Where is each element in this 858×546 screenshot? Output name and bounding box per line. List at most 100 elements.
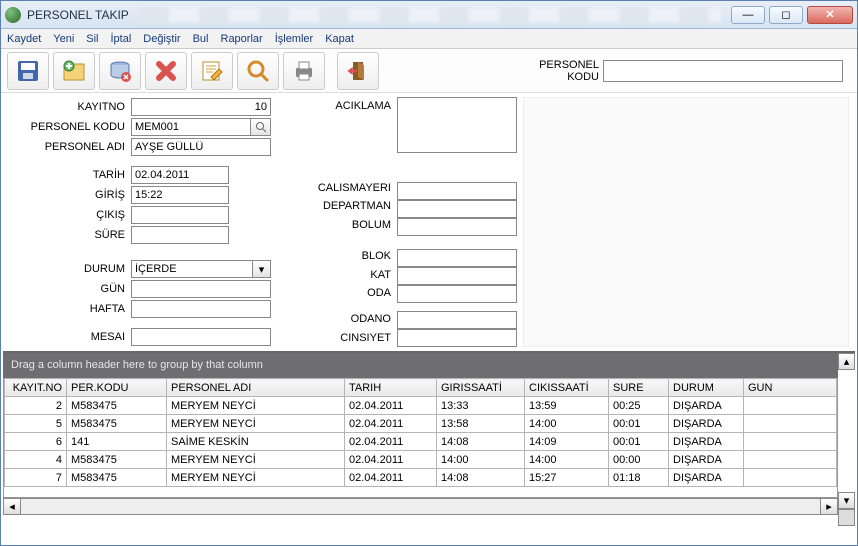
exit-button[interactable] bbox=[337, 52, 379, 90]
search-button[interactable] bbox=[237, 52, 279, 90]
cell-perkodu: M583475 bbox=[67, 397, 167, 415]
cinsiyet-label: CINSIYET bbox=[271, 332, 397, 344]
scroll-left-button[interactable]: ◂ bbox=[4, 499, 21, 514]
cell-kayitno: 5 bbox=[5, 415, 67, 433]
delete-db-button[interactable] bbox=[99, 52, 141, 90]
new-button[interactable] bbox=[53, 52, 95, 90]
close-button[interactable]: ✕ bbox=[807, 6, 853, 24]
cell-cikis: 14:00 bbox=[525, 451, 609, 469]
menu-iptal[interactable]: İptal bbox=[111, 33, 132, 45]
blok-label: BLOK bbox=[271, 250, 397, 262]
maximize-button[interactable]: ◻ bbox=[769, 6, 803, 24]
door-exit-icon bbox=[345, 58, 371, 84]
table-row[interactable]: 4 M583475 MERYEM NEYCİ 02.04.2011 14:00 … bbox=[5, 451, 837, 469]
calismayeri-input[interactable] bbox=[397, 182, 517, 200]
save-button[interactable] bbox=[7, 52, 49, 90]
cell-tarih: 02.04.2011 bbox=[345, 451, 437, 469]
table-row[interactable]: 6 141 SAİME KESKİN 02.04.2011 14:08 14:0… bbox=[5, 433, 837, 451]
search-icon bbox=[255, 121, 267, 133]
menu-raporlar[interactable]: Raporlar bbox=[221, 33, 263, 45]
chevron-right-icon: ▸ bbox=[826, 500, 832, 513]
personelkodu-lookup-button[interactable] bbox=[251, 118, 271, 136]
menu-bul[interactable]: Bul bbox=[193, 33, 209, 45]
cell-cikis: 13:59 bbox=[525, 397, 609, 415]
edit-icon bbox=[199, 58, 225, 84]
cikis-input[interactable] bbox=[131, 206, 229, 224]
data-grid[interactable]: KAYIT.NO PER.KODU PERSONEL ADI TARIH GIR… bbox=[3, 378, 838, 498]
durum-dropdown-button[interactable]: ▾ bbox=[253, 260, 271, 278]
search-icon bbox=[245, 58, 271, 84]
menu-kaydet[interactable]: Kaydet bbox=[7, 33, 41, 45]
aciklama-input[interactable] bbox=[397, 97, 517, 153]
menu-degistir[interactable]: Değiştir bbox=[143, 33, 180, 45]
durum-input[interactable] bbox=[131, 260, 253, 278]
table-row[interactable]: 7 M583475 MERYEM NEYCİ 02.04.2011 14:08 … bbox=[5, 469, 837, 487]
edit-button[interactable] bbox=[191, 52, 233, 90]
oda-input[interactable] bbox=[397, 285, 517, 303]
table-row[interactable]: 5 M583475 MERYEM NEYCİ 02.04.2011 13:58 … bbox=[5, 415, 837, 433]
cell-perkodu: M583475 bbox=[67, 469, 167, 487]
cell-giris: 13:58 bbox=[437, 415, 525, 433]
cancel-button[interactable] bbox=[145, 52, 187, 90]
table-header-row[interactable]: KAYIT.NO PER.KODU PERSONEL ADI TARIH GIR… bbox=[5, 379, 837, 397]
scroll-down-button[interactable]: ▾ bbox=[838, 492, 855, 509]
scroll-corner bbox=[838, 509, 855, 526]
scroll-up-button[interactable]: ▴ bbox=[838, 353, 855, 370]
menu-islemler[interactable]: İşlemler bbox=[275, 33, 314, 45]
giris-input[interactable] bbox=[131, 186, 229, 204]
gun-label: GÜN bbox=[1, 283, 131, 295]
cell-tarih: 02.04.2011 bbox=[345, 433, 437, 451]
group-panel[interactable]: Drag a column header here to group by th… bbox=[3, 353, 838, 378]
minimize-button[interactable]: — bbox=[731, 6, 765, 24]
departman-label: DEPARTMAN bbox=[271, 200, 397, 212]
col-perkodu[interactable]: PER.KODU bbox=[67, 379, 167, 397]
tarih-input[interactable] bbox=[131, 166, 229, 184]
menu-yeni[interactable]: Yeni bbox=[53, 33, 74, 45]
header-personel-kodu-input[interactable] bbox=[603, 60, 843, 82]
col-gun[interactable]: GUN bbox=[744, 379, 837, 397]
col-sure[interactable]: SURE bbox=[609, 379, 669, 397]
cikis-label: ÇIKIŞ bbox=[1, 209, 131, 221]
floppy-icon bbox=[15, 58, 41, 84]
departman-input[interactable] bbox=[397, 200, 517, 218]
app-icon bbox=[5, 7, 21, 23]
table-row[interactable]: 2 M583475 MERYEM NEYCİ 02.04.2011 13:33 … bbox=[5, 397, 837, 415]
col-cikissaati[interactable]: CIKISSAATİ bbox=[525, 379, 609, 397]
col-girissaati[interactable]: GIRISSAATİ bbox=[437, 379, 525, 397]
window-title: PERSONEL TAKIP bbox=[27, 8, 129, 22]
sure-input[interactable] bbox=[131, 226, 229, 244]
header-personel-kodu-label: PERSONELKODU bbox=[539, 59, 599, 83]
col-personeladi[interactable]: PERSONEL ADI bbox=[167, 379, 345, 397]
blok-input[interactable] bbox=[397, 249, 517, 267]
menu-kapat[interactable]: Kapat bbox=[325, 33, 354, 45]
personeladi-input[interactable] bbox=[131, 138, 271, 156]
col-tarih[interactable]: TARIH bbox=[345, 379, 437, 397]
hafta-label: HAFTA bbox=[1, 303, 131, 315]
gun-input[interactable] bbox=[131, 280, 271, 298]
preview-panel bbox=[523, 97, 849, 347]
bolum-input[interactable] bbox=[397, 218, 517, 236]
cell-gun bbox=[744, 469, 837, 487]
tarih-label: TARİH bbox=[1, 169, 131, 181]
print-button[interactable] bbox=[283, 52, 325, 90]
cell-giris: 14:00 bbox=[437, 451, 525, 469]
database-delete-icon bbox=[107, 58, 133, 84]
toolbar: PERSONELKODU bbox=[1, 49, 857, 93]
cell-giris: 14:08 bbox=[437, 469, 525, 487]
scroll-right-button[interactable]: ▸ bbox=[820, 499, 837, 514]
menu-sil[interactable]: Sil bbox=[86, 33, 98, 45]
odano-input[interactable] bbox=[397, 311, 517, 329]
kayitno-input[interactable] bbox=[131, 98, 271, 116]
cell-giris: 14:08 bbox=[437, 433, 525, 451]
hafta-input[interactable] bbox=[131, 300, 271, 318]
cell-personeladi: SAİME KESKİN bbox=[167, 433, 345, 451]
cinsiyet-input[interactable] bbox=[397, 329, 517, 347]
mesai-input[interactable] bbox=[131, 328, 271, 346]
cell-kayitno: 6 bbox=[5, 433, 67, 451]
kat-input[interactable] bbox=[397, 267, 517, 285]
col-kayitno[interactable]: KAYIT.NO bbox=[5, 379, 67, 397]
col-durum[interactable]: DURUM bbox=[669, 379, 744, 397]
personelkodu-input[interactable] bbox=[131, 118, 251, 136]
cell-sure: 00:01 bbox=[609, 415, 669, 433]
horizontal-scrollbar[interactable]: ◂ ▸ bbox=[3, 498, 838, 515]
